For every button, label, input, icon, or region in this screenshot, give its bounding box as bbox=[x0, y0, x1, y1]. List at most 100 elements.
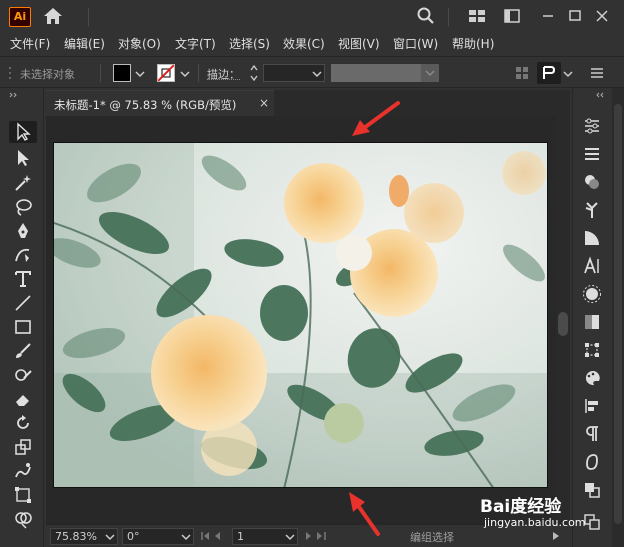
current-tool-status: 编组选择 bbox=[410, 531, 454, 544]
menu-help[interactable]: 帮助(H) bbox=[452, 35, 494, 52]
divider bbox=[198, 64, 199, 82]
transform-panel-button[interactable] bbox=[537, 62, 561, 84]
shaper-tool-icon[interactable] bbox=[13, 365, 33, 385]
selection-tool[interactable] bbox=[9, 121, 37, 143]
menu-object[interactable]: 对象(O) bbox=[118, 35, 161, 52]
divider bbox=[448, 8, 449, 26]
magic-wand-icon[interactable] bbox=[13, 173, 33, 193]
minimize-icon[interactable] bbox=[538, 6, 558, 26]
selection-tool-icon bbox=[17, 122, 31, 141]
menu-view[interactable]: 视图(V) bbox=[338, 35, 380, 52]
profile-dropdown[interactable] bbox=[421, 64, 439, 82]
direct-selection-tool-icon[interactable] bbox=[13, 148, 33, 168]
transform-icon bbox=[543, 66, 556, 79]
chevron-down-icon[interactable] bbox=[563, 69, 573, 79]
opentype-icon[interactable] bbox=[582, 452, 602, 472]
annotation-arrow-top bbox=[352, 101, 400, 136]
vertical-scrollbar[interactable] bbox=[556, 116, 570, 524]
rotate-tool-icon[interactable] bbox=[13, 413, 33, 433]
rose-photo[interactable] bbox=[54, 143, 548, 488]
workspace-icon[interactable] bbox=[502, 6, 522, 26]
title-bar: Ai bbox=[0, 0, 624, 32]
chevron-down-icon[interactable] bbox=[180, 69, 190, 79]
zoom-field[interactable]: 75.83% bbox=[50, 528, 118, 545]
panel-scrollbar[interactable] bbox=[612, 88, 624, 547]
panel-menu-icon[interactable] bbox=[590, 66, 604, 80]
watermark-url: jingyan.baidu.com bbox=[484, 516, 586, 529]
align-panel-icon[interactable] bbox=[582, 396, 602, 416]
eraser-icon[interactable] bbox=[13, 389, 33, 409]
first-prev-artboard-icon[interactable] bbox=[200, 530, 226, 542]
panel-dock bbox=[572, 88, 612, 547]
scrollbar-thumb[interactable] bbox=[614, 104, 622, 524]
divider bbox=[88, 8, 89, 26]
rectangle-tool-icon[interactable] bbox=[13, 317, 33, 337]
menu-effect[interactable]: 效果(C) bbox=[283, 35, 325, 52]
type-tool-icon[interactable] bbox=[13, 269, 33, 289]
color-icon[interactable] bbox=[582, 172, 602, 192]
character-icon[interactable] bbox=[582, 256, 602, 276]
chevron-down-icon[interactable] bbox=[135, 69, 145, 79]
control-bar: 未选择对象 描边： bbox=[0, 56, 624, 88]
tab-strip bbox=[274, 90, 570, 116]
divider bbox=[100, 64, 101, 82]
scrollbar-thumb[interactable] bbox=[558, 312, 568, 336]
chevron-down-icon bbox=[425, 70, 435, 77]
curvature-tool-icon[interactable] bbox=[13, 245, 33, 265]
menu-file[interactable]: 文件(F) bbox=[10, 35, 50, 52]
chevron-down-icon bbox=[285, 534, 295, 541]
shape-builder-icon[interactable] bbox=[13, 509, 33, 529]
chevron-down-icon bbox=[181, 534, 191, 541]
collapse-panel-icon[interactable] bbox=[9, 92, 19, 98]
close-icon[interactable] bbox=[592, 6, 612, 26]
transform-icon[interactable] bbox=[582, 340, 602, 360]
document-tab[interactable]: 未标题-1* @ 75.83 % (RGB/预览) × bbox=[46, 90, 274, 116]
menu-select[interactable]: 选择(S) bbox=[229, 35, 270, 52]
align-icon[interactable] bbox=[515, 66, 529, 80]
variable-width-profile[interactable] bbox=[331, 64, 421, 82]
paintbrush-icon[interactable] bbox=[13, 341, 33, 361]
menu-type[interactable]: 文字(T) bbox=[175, 35, 216, 52]
home-icon[interactable] bbox=[42, 6, 64, 26]
appearance-icon[interactable] bbox=[582, 284, 602, 304]
warp-tool-icon[interactable] bbox=[13, 461, 33, 481]
stroke-weight-input[interactable] bbox=[263, 64, 325, 82]
watermark-brand: Bai度经验 bbox=[480, 497, 562, 517]
tools-panel bbox=[0, 88, 44, 547]
pen-tool-icon[interactable] bbox=[13, 221, 33, 241]
arrange-documents-icon[interactable] bbox=[467, 6, 487, 26]
rotation-field[interactable]: 0° bbox=[122, 528, 194, 545]
stroke-label[interactable]: 描边： bbox=[207, 66, 240, 82]
stroke-stepper-icon[interactable] bbox=[249, 63, 259, 83]
maximize-icon[interactable] bbox=[565, 6, 585, 26]
lasso-icon[interactable] bbox=[13, 197, 33, 217]
stroke-swatch[interactable] bbox=[157, 64, 175, 82]
search-icon[interactable] bbox=[416, 6, 436, 26]
layers-icon[interactable] bbox=[582, 144, 602, 164]
annotation-arrow-bottom bbox=[349, 492, 380, 536]
collapse-panel-icon[interactable] bbox=[595, 92, 605, 98]
panel-grip-icon bbox=[9, 67, 11, 79]
next-last-artboard-icon[interactable] bbox=[302, 530, 330, 542]
brushes-palette-icon[interactable] bbox=[582, 368, 602, 388]
paragraph-icon[interactable] bbox=[582, 424, 602, 444]
scale-tool-icon[interactable] bbox=[13, 437, 33, 457]
gradient-icon[interactable] bbox=[582, 228, 602, 248]
symbols-icon[interactable] bbox=[582, 200, 602, 220]
no-stroke-icon bbox=[158, 65, 174, 81]
fill-swatch[interactable] bbox=[113, 64, 131, 82]
transparency-icon[interactable] bbox=[582, 312, 602, 332]
line-tool-icon[interactable] bbox=[13, 293, 33, 313]
close-tab-icon[interactable]: × bbox=[259, 96, 269, 110]
document-tab-title: 未标题-1* @ 75.83 % (RGB/预览) bbox=[54, 98, 237, 112]
chevron-down-icon bbox=[105, 534, 115, 541]
artboard[interactable] bbox=[53, 142, 548, 488]
illustrator-logo: Ai bbox=[9, 7, 31, 27]
properties-icon[interactable] bbox=[582, 116, 602, 136]
free-transform-icon[interactable] bbox=[13, 485, 33, 505]
artboard-number-field[interactable]: 1 bbox=[232, 528, 298, 545]
selection-status: 未选择对象 bbox=[20, 68, 75, 81]
status-menu-arrow-icon[interactable] bbox=[551, 531, 561, 541]
menu-window[interactable]: 窗口(W) bbox=[393, 35, 438, 52]
menu-edit[interactable]: 编辑(E) bbox=[64, 35, 105, 52]
